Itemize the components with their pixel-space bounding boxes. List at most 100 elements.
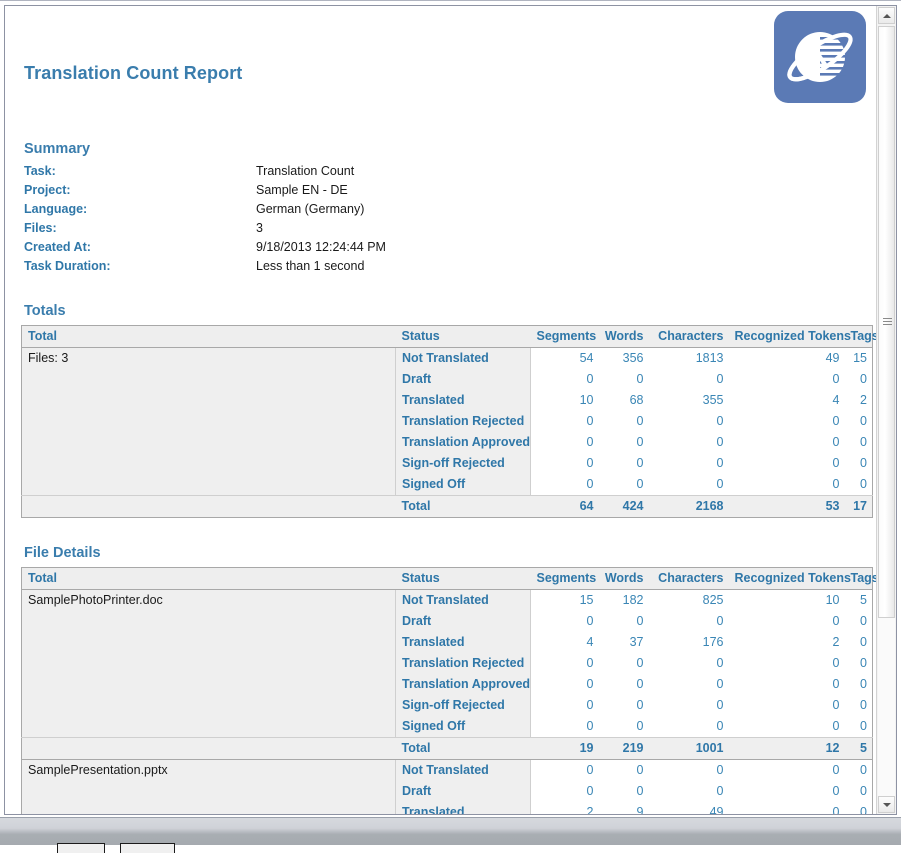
report-window: Translation Count Report Summary Task: T… xyxy=(0,0,901,853)
tokens-cell: 0 xyxy=(728,432,845,453)
tokens-cell: 0 xyxy=(728,369,845,390)
page-title: Translation Count Report xyxy=(24,63,243,83)
caret-up-icon xyxy=(882,13,891,18)
scrollbar-thumb[interactable] xyxy=(878,26,895,618)
words-cell: 9 xyxy=(598,802,649,814)
tags-cell: 0 xyxy=(844,453,873,474)
tags-cell: 0 xyxy=(844,369,873,390)
recognized-label: Recognized xyxy=(734,571,805,585)
words-cell: 0 xyxy=(598,432,649,453)
summary-label: Task Duration: xyxy=(24,259,111,273)
summary-label: Language: xyxy=(24,202,88,216)
status-cell: Translation Approved xyxy=(395,674,531,695)
scrollbar-track[interactable] xyxy=(878,618,895,813)
segments-cell: 4 xyxy=(530,632,599,653)
file-total-tokens: 12 xyxy=(728,737,845,760)
characters-cell: 0 xyxy=(648,453,729,474)
tokens-cell: 0 xyxy=(728,411,845,432)
segments-cell: 0 xyxy=(530,411,599,432)
segments-cell: 0 xyxy=(530,781,599,802)
caret-down-icon xyxy=(882,802,891,807)
totals-table: Total Status Segments Words Characters R… xyxy=(21,325,876,518)
tokens-cell: 49 xyxy=(728,347,845,369)
column-header-recognized-tokens: Recognized Tokens xyxy=(728,325,851,348)
column-header-status: Status xyxy=(395,567,531,590)
file-total-blank xyxy=(21,737,396,760)
tags-cell: 0 xyxy=(844,653,873,674)
characters-cell: 0 xyxy=(648,781,729,802)
characters-cell: 0 xyxy=(648,474,729,496)
summary-row: Project: Sample EN - DE xyxy=(24,182,386,201)
file-total-label: Total xyxy=(395,737,531,760)
segments-cell: 54 xyxy=(530,347,599,369)
scroll-down-button[interactable] xyxy=(878,796,895,813)
summary-label: Project: xyxy=(24,183,71,197)
characters-cell: 0 xyxy=(648,653,729,674)
vertical-scrollbar[interactable] xyxy=(876,6,896,814)
column-header-segments: Segments xyxy=(530,325,599,348)
summary-row: Task Duration: Less than 1 second xyxy=(24,258,386,277)
segments-cell: 0 xyxy=(530,611,599,632)
characters-cell: 0 xyxy=(648,716,729,738)
report-viewer-pane: Translation Count Report Summary Task: T… xyxy=(0,0,901,817)
file-total-segments: 19 xyxy=(530,737,599,760)
document-content: Translation Count Report Summary Task: T… xyxy=(5,6,876,814)
characters-cell: 0 xyxy=(648,674,729,695)
column-header-characters: Characters xyxy=(648,325,729,348)
words-cell: 0 xyxy=(598,781,649,802)
document-scroll-pane[interactable]: Translation Count Report Summary Task: T… xyxy=(5,6,876,814)
tokens-cell: 0 xyxy=(728,781,845,802)
words-cell: 0 xyxy=(598,759,649,781)
characters-cell: 0 xyxy=(648,369,729,390)
tags-cell: 0 xyxy=(844,695,873,716)
characters-cell: 49 xyxy=(648,802,729,814)
table-header-row: Total Status Segments Words Characters R… xyxy=(21,567,876,590)
status-cell: Signed Off xyxy=(395,716,531,738)
status-cell: Draft xyxy=(395,781,531,802)
column-header-recognized-tokens: Recognized Tokens xyxy=(728,567,851,590)
words-cell: 0 xyxy=(598,411,649,432)
tokens-label: Tokens xyxy=(808,329,851,343)
tags-cell: 5 xyxy=(844,589,873,611)
words-cell: 0 xyxy=(598,453,649,474)
segments-cell: 0 xyxy=(530,695,599,716)
totals-summary-row: Total 64 424 2168 53 17 xyxy=(21,495,873,518)
characters-cell: 1813 xyxy=(648,347,729,369)
summary-heading: Summary xyxy=(24,141,91,157)
tokens-cell: 0 xyxy=(728,716,845,738)
words-cell: 68 xyxy=(598,390,649,411)
totals-summary-segments: 64 xyxy=(530,495,599,518)
tags-cell: 0 xyxy=(844,611,873,632)
summary-value: Sample EN - DE xyxy=(256,183,348,197)
tokens-cell: 4 xyxy=(728,390,845,411)
file-details-section: File Details Total Status Segments Words… xyxy=(19,545,876,814)
segments-cell: 0 xyxy=(530,432,599,453)
totals-summary-words: 424 xyxy=(598,495,649,518)
words-cell: 0 xyxy=(598,369,649,390)
tags-cell: 0 xyxy=(844,781,873,802)
scroll-up-button[interactable] xyxy=(878,7,895,24)
file-name-cell: SamplePresentation.pptx xyxy=(21,759,396,814)
tokens-cell: 2 xyxy=(728,632,845,653)
characters-cell: 825 xyxy=(648,589,729,611)
table-header-row: Total Status Segments Words Characters R… xyxy=(21,325,876,348)
tags-cell: 0 xyxy=(844,674,873,695)
status-cell: Not Translated xyxy=(395,759,531,781)
file-total-words: 219 xyxy=(598,737,649,760)
totals-summary-characters: 2168 xyxy=(648,495,729,518)
status-cell: Translation Rejected xyxy=(395,653,531,674)
characters-cell: 0 xyxy=(648,432,729,453)
segments-cell: 10 xyxy=(530,390,599,411)
tags-cell: 0 xyxy=(844,632,873,653)
words-cell: 37 xyxy=(598,632,649,653)
summary-row: Created At: 9/18/2013 12:24:44 PM xyxy=(24,239,386,258)
words-cell: 0 xyxy=(598,695,649,716)
tokens-label: Tokens xyxy=(808,571,851,585)
status-cell: Sign-off Rejected xyxy=(395,453,531,474)
tokens-cell: 0 xyxy=(728,611,845,632)
file-name-cell: SamplePhotoPrinter.doc xyxy=(21,589,396,738)
characters-cell: 0 xyxy=(648,411,729,432)
tags-cell: 0 xyxy=(844,432,873,453)
words-cell: 0 xyxy=(598,474,649,496)
words-cell: 182 xyxy=(598,589,649,611)
